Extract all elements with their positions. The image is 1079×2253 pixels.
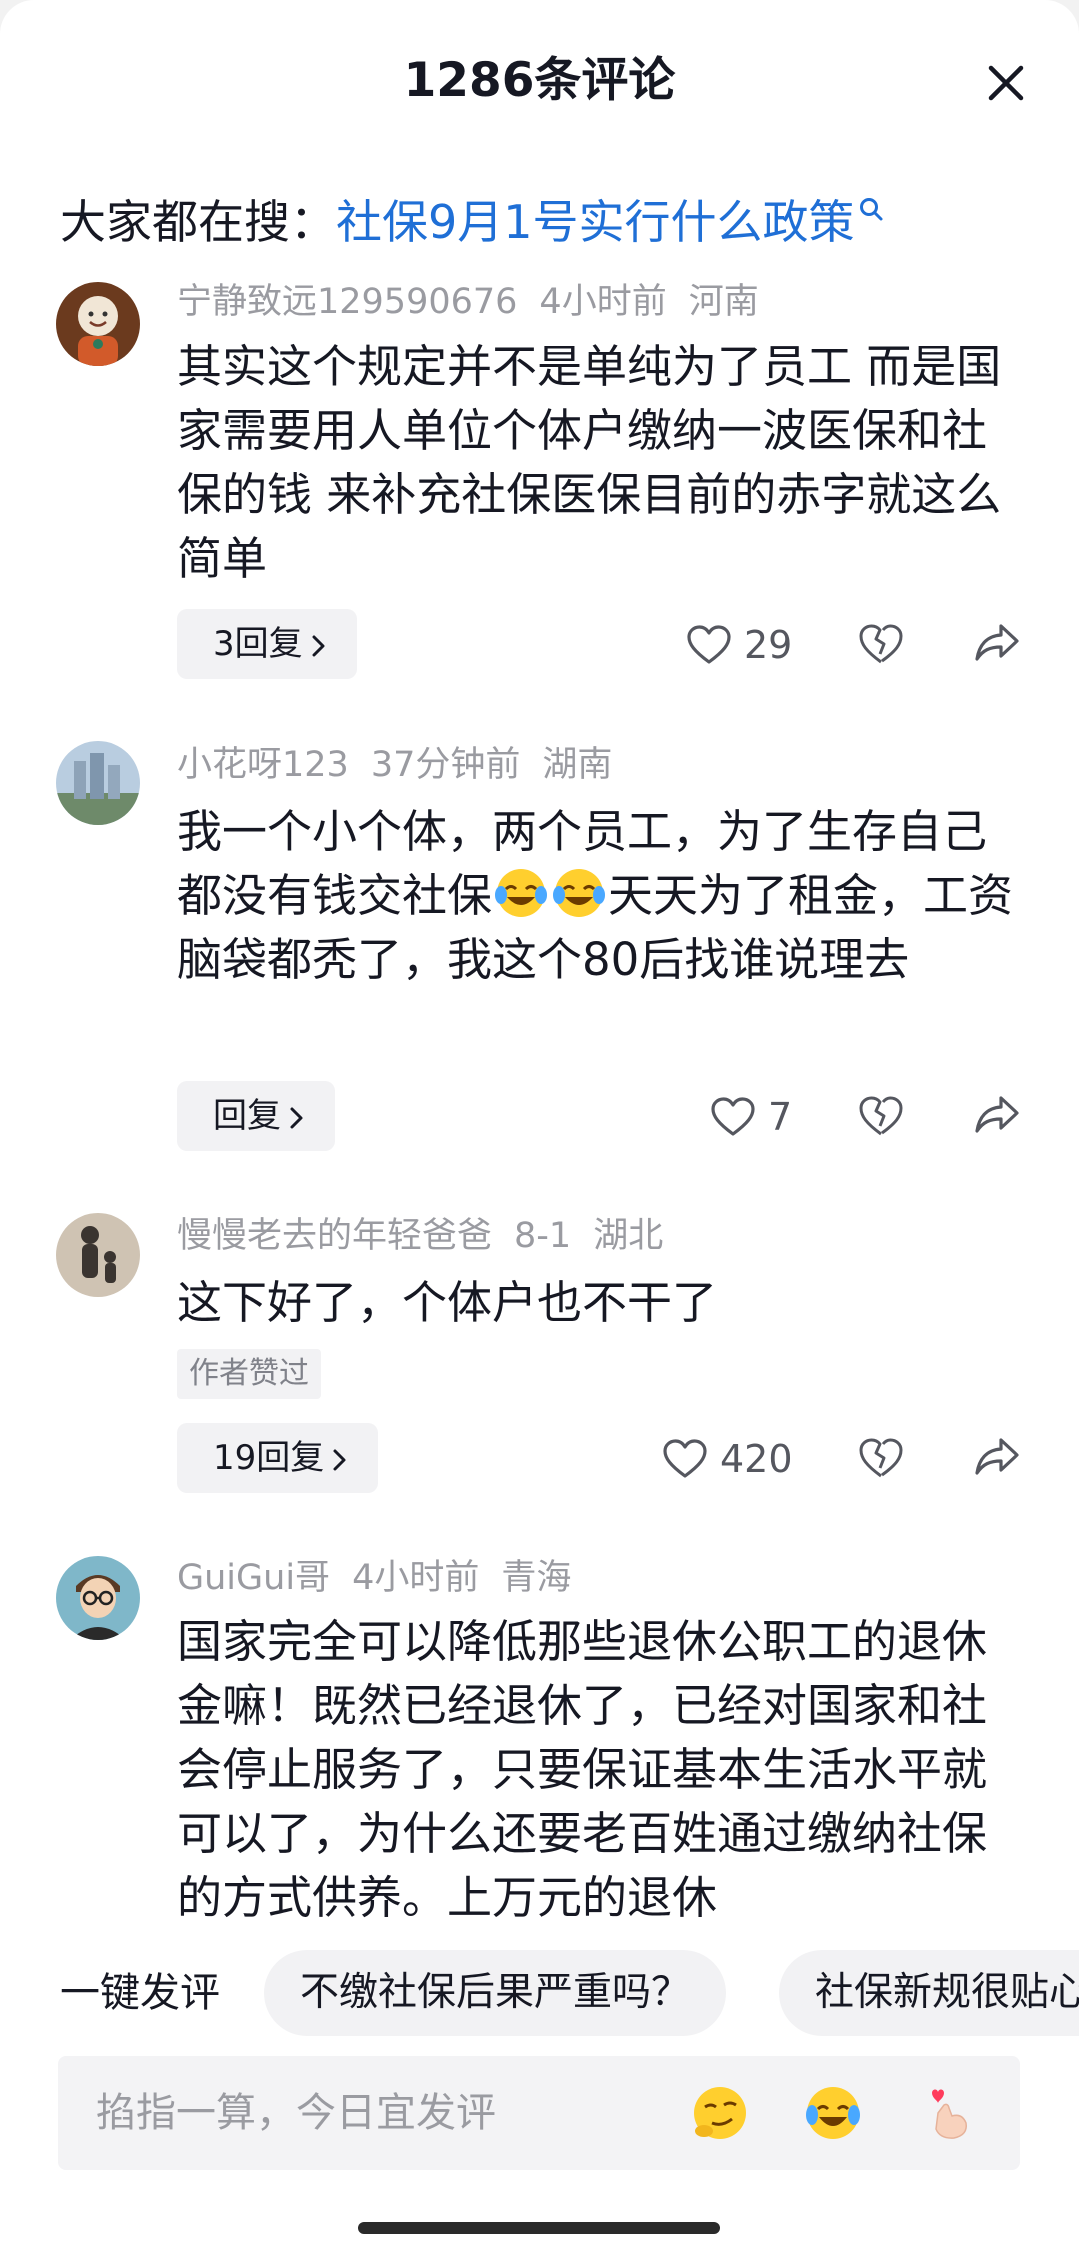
comment-meta: GuiGui哥 4小时前 青海 [177, 1555, 593, 1601]
quick-comment-row: 一键发评 不缴社保后果严重吗？ 社保新规很贴心 [0, 1950, 1079, 2036]
avatar[interactable] [56, 1556, 140, 1640]
quick-comment-chip[interactable]: 社保新规很贴心 [779, 1950, 1079, 2036]
comments-sheet: 1286条评论 大家都在搜：社保9月1号实行什么政策 宁静致远129590676… [0, 0, 1079, 2253]
comment-input[interactable]: 掐指一算，今日宜发评 [58, 2056, 1020, 2170]
quick-comment-chip[interactable]: 不缴社保后果严重吗？ [264, 1950, 727, 2036]
comment-username[interactable]: GuiGui哥 [177, 1558, 330, 1598]
comment-location: 青海 [501, 1558, 572, 1598]
smirk-emoji-icon[interactable] [690, 2083, 750, 2143]
comment-item: GuiGui哥 4小时前 青海 国家完全可以降低那些退休公职工的退休金嘛！既然已经退… [0, 0, 1079, 1930]
comment-input-placeholder: 掐指一算，今日宜发评 [96, 2090, 496, 2136]
laugh-cry-emoji-icon[interactable] [803, 2083, 863, 2143]
comment-time: 4小时前 [352, 1558, 480, 1598]
home-indicator[interactable] [358, 2222, 720, 2234]
quick-comment-label: 一键发评 [60, 1970, 220, 2016]
comment-text: 国家完全可以降低那些退休公职工的退休金嘛！既然已经退休了，已经对国家和社会停止服… [177, 1615, 988, 1924]
finger-heart-emoji-icon[interactable] [916, 2083, 976, 2143]
